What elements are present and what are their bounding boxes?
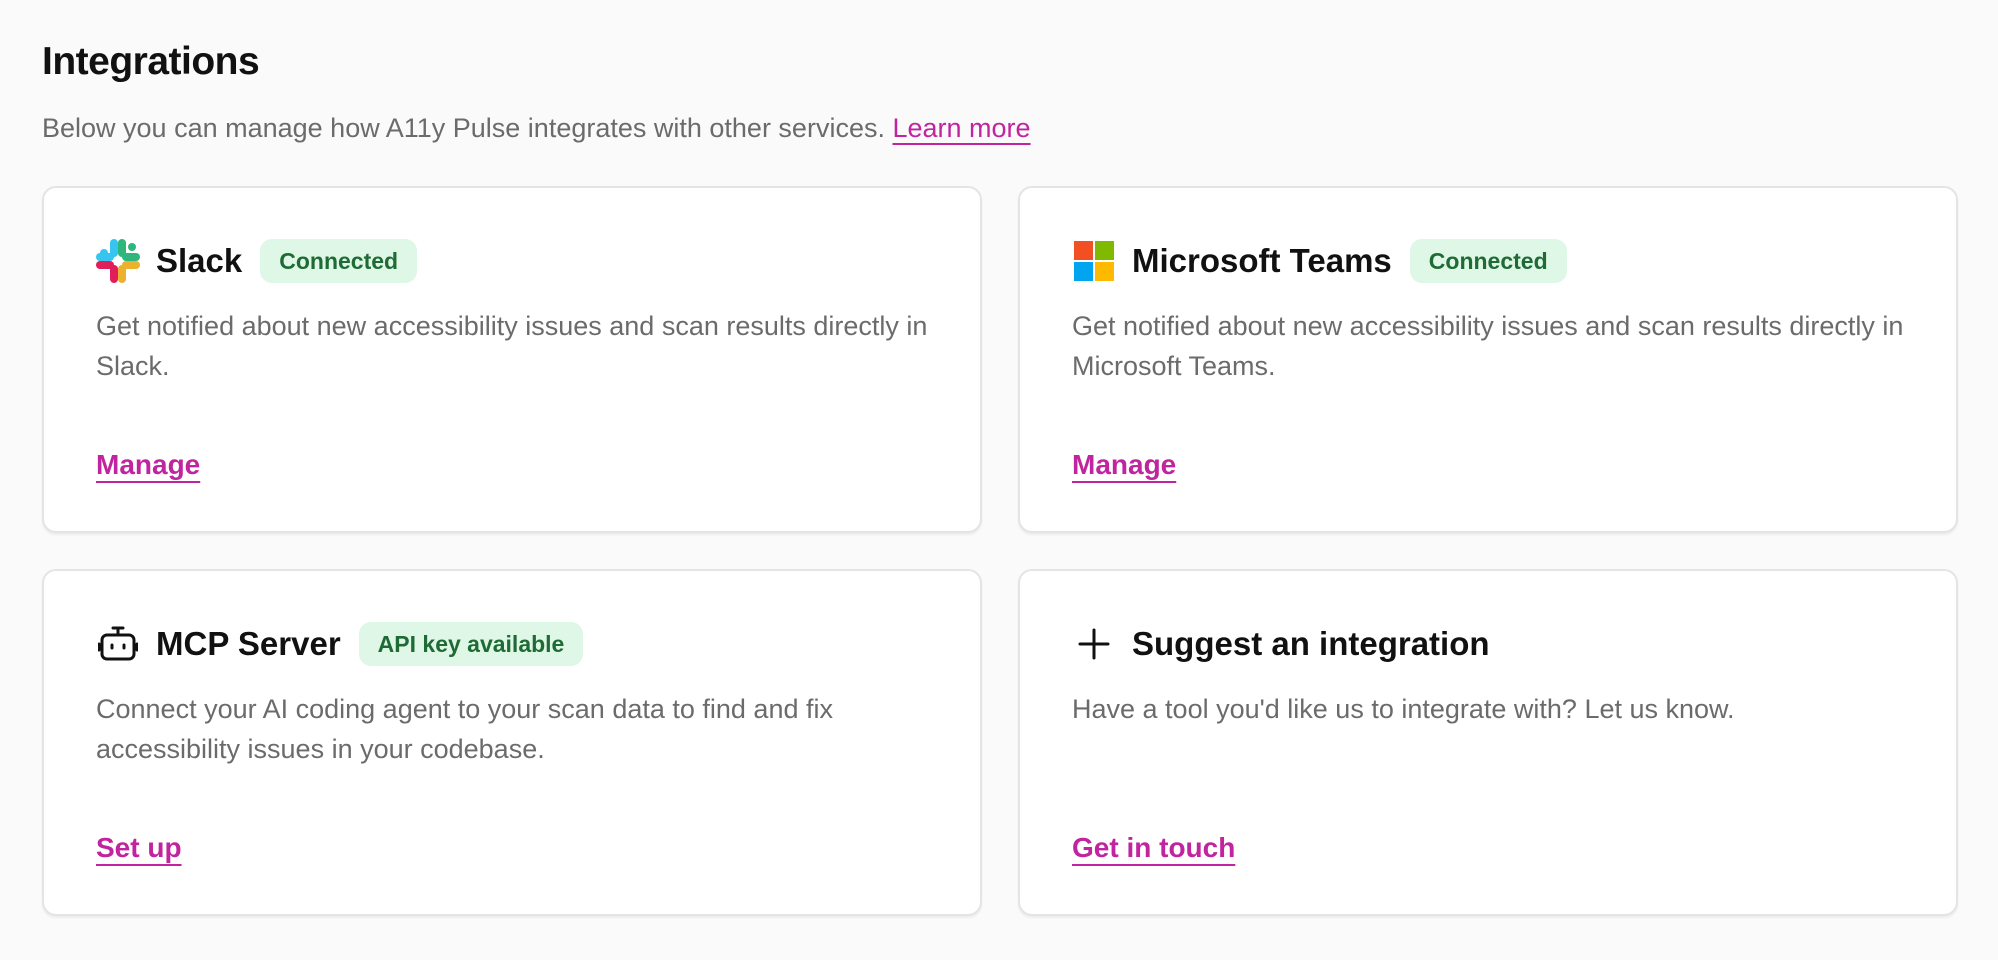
mcp-setup-link[interactable]: Set up bbox=[96, 832, 182, 864]
intro-text: Below you can manage how A11y Pulse inte… bbox=[42, 108, 1956, 148]
card-description: Have a tool you'd like us to integrate w… bbox=[1072, 694, 1735, 724]
status-badge: Connected bbox=[260, 239, 418, 283]
status-badge: Connected bbox=[1409, 239, 1567, 283]
card-header: MCP Server API key available bbox=[96, 619, 928, 669]
integrations-grid: Slack Connected Get notified about new a… bbox=[42, 186, 1960, 916]
suggest-integration-card: Suggest an integration Have a tool you'd… bbox=[1018, 569, 1958, 916]
card-title: MCP Server bbox=[156, 625, 341, 662]
slack-integration-card: Slack Connected Get notified about new a… bbox=[42, 186, 982, 533]
page-title: Integrations bbox=[42, 40, 260, 83]
intro-description: Below you can manage how A11y Pulse inte… bbox=[42, 113, 885, 143]
integrations-page: Integrations Below you can manage how A1… bbox=[0, 0, 1998, 960]
card-title: Slack bbox=[156, 242, 243, 279]
plus-icon bbox=[1072, 622, 1116, 666]
mcp-server-integration-card: MCP Server API key available Connect you… bbox=[42, 569, 982, 916]
card-header: Slack Connected bbox=[96, 236, 928, 286]
microsoft-logo-icon bbox=[1072, 239, 1116, 283]
get-in-touch-link[interactable]: Get in touch bbox=[1072, 832, 1235, 864]
learn-more-link[interactable]: Learn more bbox=[892, 113, 1030, 143]
card-description: Get notified about new accessibility iss… bbox=[1072, 311, 1904, 381]
card-title: Microsoft Teams bbox=[1132, 242, 1392, 279]
slack-manage-link[interactable]: Manage bbox=[96, 449, 200, 481]
card-header: Microsoft Teams Connected bbox=[1072, 236, 1904, 286]
card-description: Connect your AI coding agent to your sca… bbox=[96, 694, 833, 764]
card-description: Get notified about new accessibility iss… bbox=[96, 311, 928, 381]
teams-manage-link[interactable]: Manage bbox=[1072, 449, 1176, 481]
status-badge: API key available bbox=[358, 622, 584, 666]
slack-logo-icon bbox=[96, 239, 140, 283]
card-title: Suggest an integration bbox=[1132, 625, 1490, 662]
microsoft-teams-integration-card: Microsoft Teams Connected Get notified a… bbox=[1018, 186, 1958, 533]
robot-icon bbox=[96, 622, 140, 666]
card-header: Suggest an integration bbox=[1072, 619, 1904, 669]
